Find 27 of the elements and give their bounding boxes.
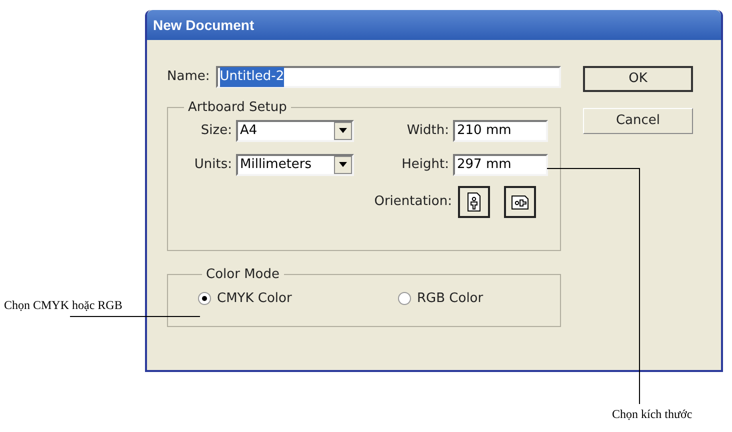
dropdown[interactable]: Millimeters [236,154,354,176]
height-field[interactable]: 297 mm [453,154,548,176]
size-label: Size: [200,122,233,140]
width-label: Width: [406,122,449,140]
landscape-icon [511,192,529,210]
caret-icon [334,156,352,174]
radio-option[interactable]: CMYK Color [198,288,318,308]
group-title: Color Mode [205,266,280,284]
annotation-text: Chọn CMYK hoặc RGB [4,297,122,314]
radio-option[interactable]: RGB Color [398,288,518,308]
orientation-button[interactable] [458,186,490,218]
window-title: New Document [153,16,254,34]
annotation-text: Chọn kích thước [612,406,692,423]
caret-icon [334,122,352,140]
height-label: Height: [402,156,449,174]
orientation-button[interactable] [504,186,536,218]
units-label: Units: [193,156,233,174]
portrait-icon [466,192,482,212]
dropdown[interactable]: A4 [236,120,354,142]
width-field[interactable]: 210 mm [453,120,548,142]
name-field[interactable]: Untitled-2 [216,66,561,88]
name-value: Untitled-2 [220,67,284,87]
name-label: Name: [167,68,210,86]
group-title: Artboard Setup [187,99,288,117]
dialog-button[interactable]: Cancel [583,108,693,134]
orientation-label: Orientation: [374,192,452,211]
dialog-button[interactable]: OK [583,66,693,92]
